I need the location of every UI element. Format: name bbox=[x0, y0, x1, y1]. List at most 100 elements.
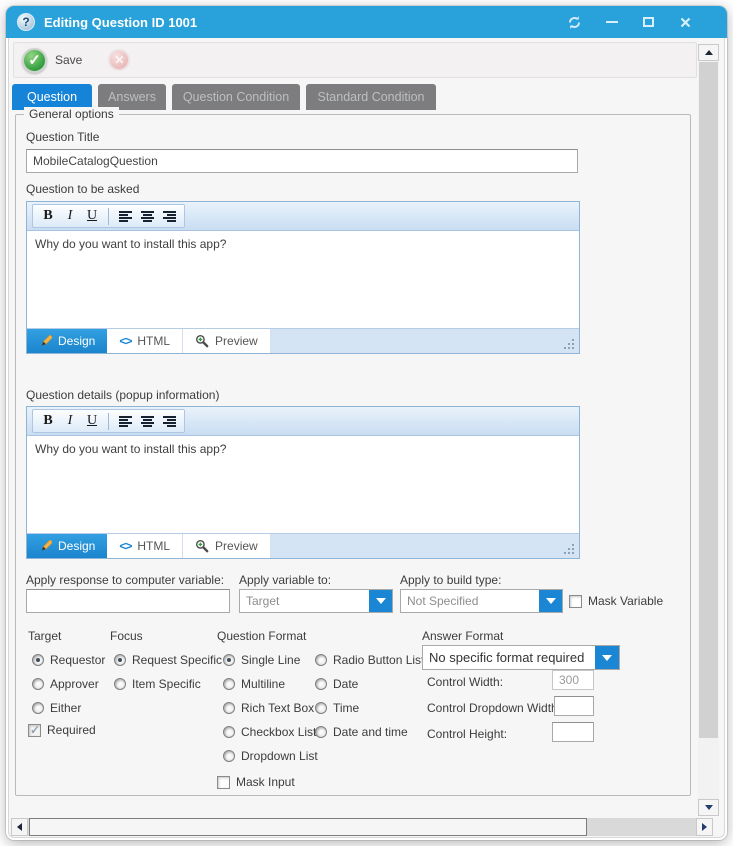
format-date-option[interactable]: Date bbox=[315, 677, 358, 691]
align-center-icon[interactable] bbox=[137, 206, 157, 226]
underline-button[interactable]: U bbox=[82, 411, 102, 431]
control-height-input[interactable] bbox=[552, 722, 594, 742]
maximize-icon[interactable] bbox=[641, 15, 656, 30]
response-variable-input[interactable] bbox=[26, 589, 230, 613]
tab-question-condition[interactable]: Question Condition bbox=[172, 84, 300, 110]
code-icon: <> bbox=[119, 334, 131, 348]
italic-button[interactable]: I bbox=[60, 411, 80, 431]
html-mode-tab[interactable]: <> HTML bbox=[107, 534, 183, 558]
focus-request-specific-option[interactable]: Request Specific bbox=[114, 653, 222, 667]
radio-date[interactable] bbox=[315, 678, 327, 690]
format-multiline-option[interactable]: Multiline bbox=[223, 677, 285, 691]
format-time-option[interactable]: Time bbox=[315, 701, 359, 715]
editor-mode-strip: Design <> HTML Preview bbox=[27, 533, 579, 558]
control-dropdown-width-input[interactable] bbox=[554, 696, 594, 716]
radio-request-specific[interactable] bbox=[114, 654, 126, 666]
save-button[interactable]: ✓ bbox=[22, 48, 47, 73]
bold-button[interactable]: B bbox=[38, 411, 58, 431]
radio-rich-text-box[interactable] bbox=[223, 702, 235, 714]
align-left-icon[interactable] bbox=[115, 411, 135, 431]
preview-mode-tab[interactable]: Preview bbox=[183, 329, 271, 353]
scroll-left-button[interactable] bbox=[11, 818, 28, 836]
horizontal-scroll-thumb[interactable] bbox=[29, 818, 587, 836]
radio-checkbox-list[interactable] bbox=[223, 726, 235, 738]
apply-variable-to-dropdown[interactable]: Target bbox=[239, 589, 393, 613]
radio-date-and-time[interactable] bbox=[315, 726, 327, 738]
response-variable-label: Apply response to computer variable: bbox=[26, 573, 224, 587]
refresh-icon[interactable] bbox=[567, 15, 582, 30]
html-mode-tab[interactable]: <> HTML bbox=[107, 329, 183, 353]
vertical-scrollbar[interactable] bbox=[698, 44, 719, 816]
minimize-icon[interactable] bbox=[604, 15, 619, 30]
horizontal-scrollbar[interactable] bbox=[11, 818, 713, 836]
mask-input-checkbox[interactable] bbox=[217, 776, 230, 789]
radio-either[interactable] bbox=[32, 702, 44, 714]
mask-variable-checkbox[interactable] bbox=[569, 595, 582, 608]
editor-format-toolbar: B I U bbox=[27, 407, 579, 436]
radio-time[interactable] bbox=[315, 702, 327, 714]
radio-approver[interactable] bbox=[32, 678, 44, 690]
pencil-icon bbox=[39, 335, 52, 348]
toolbar-separator bbox=[108, 208, 109, 225]
target-requestor-option[interactable]: Requestor bbox=[32, 653, 105, 667]
tab-standard-condition[interactable]: Standard Condition bbox=[306, 84, 436, 110]
focus-group-label: Focus bbox=[110, 629, 143, 643]
design-mode-tab[interactable]: Design bbox=[27, 534, 107, 558]
bold-button[interactable]: B bbox=[38, 206, 58, 226]
question-details-text[interactable]: Why do you want to install this app? bbox=[27, 436, 579, 533]
dropdown-arrow-icon[interactable] bbox=[369, 590, 392, 612]
dropdown-arrow-icon[interactable] bbox=[595, 646, 619, 669]
focus-item-specific-option[interactable]: Item Specific bbox=[114, 677, 201, 691]
radio-dropdown-list[interactable] bbox=[223, 750, 235, 762]
align-left-icon[interactable] bbox=[115, 206, 135, 226]
scroll-right-button[interactable] bbox=[696, 818, 713, 836]
format-rich-text-box-option[interactable]: Rich Text Box bbox=[223, 701, 314, 715]
scroll-up-button[interactable] bbox=[698, 44, 719, 61]
format-date-and-time-option[interactable]: Date and time bbox=[315, 725, 408, 739]
editor-resize-grip[interactable] bbox=[564, 542, 576, 554]
align-right-icon[interactable] bbox=[159, 206, 179, 226]
help-icon[interactable]: ? bbox=[17, 13, 35, 31]
question-details-label: Question details (popup information) bbox=[26, 388, 219, 402]
format-single-line-option[interactable]: Single Line bbox=[223, 653, 300, 667]
question-asked-editor: B I U Why do bbox=[26, 201, 580, 354]
format-dropdown-list-option[interactable]: Dropdown List bbox=[223, 749, 318, 763]
vertical-scroll-thumb[interactable] bbox=[699, 62, 718, 738]
dropdown-arrow-icon[interactable] bbox=[539, 590, 562, 612]
radio-single-line[interactable] bbox=[223, 654, 235, 666]
preview-mode-tab[interactable]: Preview bbox=[183, 534, 271, 558]
format-checkbox-list-option[interactable]: Checkbox List bbox=[223, 725, 316, 739]
save-label[interactable]: Save bbox=[55, 53, 82, 67]
answer-format-dropdown[interactable]: No specific format required bbox=[422, 645, 620, 670]
question-details-editor: B I U Why do bbox=[26, 406, 580, 559]
required-option[interactable]: Required bbox=[28, 723, 96, 737]
pencil-icon bbox=[39, 540, 52, 553]
align-center-icon[interactable] bbox=[137, 411, 157, 431]
editor-resize-grip[interactable] bbox=[564, 337, 576, 349]
close-icon[interactable] bbox=[678, 15, 693, 30]
cancel-button-disabled: ✕ bbox=[108, 49, 130, 71]
italic-button[interactable]: I bbox=[60, 206, 80, 226]
mask-input-option[interactable]: Mask Input bbox=[217, 775, 295, 789]
titlebar[interactable]: ? Editing Question ID 1001 bbox=[6, 6, 727, 38]
radio-item-specific[interactable] bbox=[114, 678, 126, 690]
radio-requestor[interactable] bbox=[32, 654, 44, 666]
target-either-option[interactable]: Either bbox=[32, 701, 81, 715]
dialog-window: ? Editing Question ID 1001 ✓ bbox=[6, 6, 727, 840]
required-checkbox[interactable] bbox=[28, 724, 41, 737]
align-right-icon[interactable] bbox=[159, 411, 179, 431]
radio-multiline[interactable] bbox=[223, 678, 235, 690]
apply-build-type-dropdown[interactable]: Not Specified bbox=[400, 589, 563, 613]
format-radio-button-list-option[interactable]: Radio Button List bbox=[315, 653, 424, 667]
question-asked-text[interactable]: Why do you want to install this app? bbox=[27, 231, 579, 328]
editor-format-toolbar: B I U bbox=[27, 202, 579, 231]
question-title-input[interactable] bbox=[26, 149, 578, 173]
mask-variable-option[interactable]: Mask Variable bbox=[569, 594, 663, 608]
underline-button[interactable]: U bbox=[82, 206, 102, 226]
target-approver-option[interactable]: Approver bbox=[32, 677, 99, 691]
radio-radio-button-list[interactable] bbox=[315, 654, 327, 666]
design-mode-tab[interactable]: Design bbox=[27, 329, 107, 353]
control-width-input[interactable] bbox=[552, 670, 594, 690]
apply-variable-to-label: Apply variable to: bbox=[239, 573, 331, 587]
scroll-down-button[interactable] bbox=[698, 799, 719, 816]
